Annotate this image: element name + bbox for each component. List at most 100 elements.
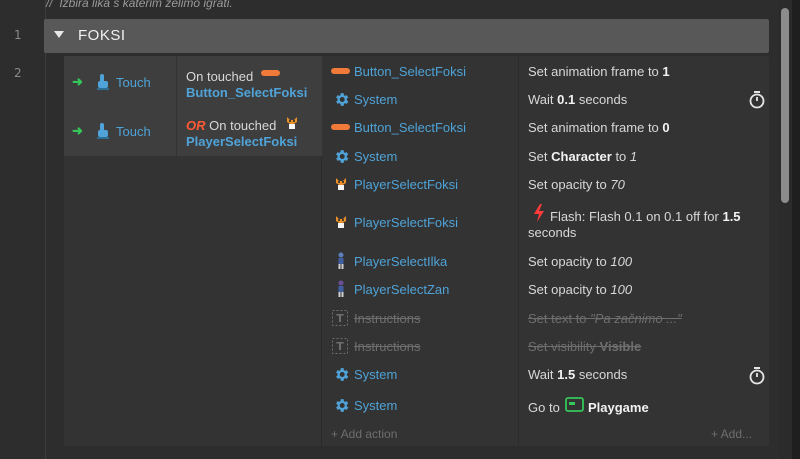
action-param: Character	[551, 149, 612, 164]
or-label: OR	[186, 118, 206, 133]
text-object-icon: T	[332, 310, 348, 326]
condition-text: OR On touched	[186, 118, 276, 133]
event-comment[interactable]: // Izbira lika s katerim želimo igrati.	[46, 0, 233, 10]
action-object-name: System	[354, 367, 398, 382]
gear-icon	[336, 399, 349, 412]
action-object-name: System	[354, 398, 398, 413]
actions-divider	[518, 56, 519, 446]
layout-name: Playgame	[588, 400, 649, 415]
action-text: Wait 0.1 seconds	[528, 92, 627, 107]
condition-text: On touched	[186, 69, 253, 84]
action-text: Set animation frame to 0	[528, 120, 670, 135]
window-edge	[792, 0, 800, 459]
add-button[interactable]: + Add...	[711, 427, 752, 441]
action-param: 1	[662, 64, 670, 79]
comment-text: Izbira lika s katerim želimo igrati.	[59, 0, 233, 10]
fox-sprite-icon	[287, 117, 297, 129]
action-param: 1	[629, 149, 638, 164]
action-label: Go to	[528, 400, 560, 415]
action-label: to	[611, 149, 630, 164]
action-label: Wait	[528, 92, 558, 107]
action-object-name: PlayerSelectIlka	[354, 254, 448, 269]
action-param: "Pa začnimo ..."	[590, 311, 682, 326]
action-object-name: Instructions	[354, 339, 421, 354]
action-label: Set text to	[528, 311, 591, 326]
action-object-name: PlayerSelectFoksi	[354, 215, 459, 230]
action-param: 70	[610, 177, 625, 192]
event-group-header[interactable]: FOKSI	[44, 19, 769, 53]
gear-icon	[336, 150, 349, 163]
action-object-name: PlayerSelectZan	[354, 282, 450, 297]
scrollbar-thumb[interactable]	[781, 8, 789, 203]
touch-hand-icon	[97, 123, 109, 139]
line-number: 1	[14, 28, 22, 42]
action-label: Set opacity to	[528, 282, 611, 297]
action-param: 1.5	[557, 367, 576, 382]
condition-object-name: Touch	[116, 75, 151, 90]
action-label: Set opacity to	[528, 177, 611, 192]
action-suffix: seconds	[575, 367, 628, 382]
action-label: Flash: Flash 0.1 on 0.1 off for	[550, 209, 723, 224]
line-number: 2	[14, 66, 22, 80]
action-suffix: seconds	[528, 225, 577, 240]
action-param: 1.5	[722, 209, 741, 224]
action-label: Set animation frame to	[528, 120, 663, 135]
action-label: Set	[528, 149, 552, 164]
action-object-name: Button_SelectFoksi	[354, 64, 467, 79]
condition-prefix: On touched	[209, 118, 277, 133]
fox-sprite-icon	[336, 216, 346, 228]
timer-icon	[749, 367, 765, 385]
gear-icon	[336, 368, 349, 381]
action-object-name: Button_SelectFoksi	[354, 120, 467, 135]
action-label: Set opacity to	[528, 254, 611, 269]
add-action-button[interactable]: + Add action	[331, 427, 397, 441]
action-text: Set opacity to 100	[528, 254, 632, 269]
touch-hand-icon	[97, 74, 109, 90]
layout-icon	[565, 397, 584, 412]
button-pill-icon	[331, 124, 350, 130]
action-param: 0	[662, 120, 670, 135]
action-text: Set animation frame to 1	[528, 64, 670, 79]
svg-text:T: T	[336, 340, 344, 353]
action-suffix: seconds	[575, 92, 628, 107]
svg-text:T: T	[336, 312, 344, 325]
gear-icon	[336, 93, 349, 106]
action-object-name: System	[354, 149, 398, 164]
condition-prefix: On touched	[186, 69, 254, 84]
action-param: 100	[610, 254, 633, 269]
text-object-icon: T	[332, 338, 348, 354]
fox-sprite-icon	[336, 178, 346, 190]
collapse-arrow-icon[interactable]	[54, 31, 64, 38]
action-param: 0.1	[557, 92, 576, 107]
timer-icon	[749, 91, 765, 109]
action-label: Set visibility	[528, 339, 600, 354]
enabled-arrow-icon: ➜	[72, 123, 83, 138]
button-pill-icon	[331, 68, 350, 74]
action-object-name: Instructions	[354, 311, 421, 326]
character-sprite-icon	[338, 280, 344, 297]
action-param: Visible	[599, 339, 642, 354]
group-title: FOKSI	[78, 27, 126, 44]
action-object-name: System	[354, 92, 398, 107]
condition-param-object: PlayerSelectFoksi	[186, 134, 298, 149]
condition-param-object: Button_SelectFoksi	[186, 85, 308, 100]
action-text: Set opacity to 100	[528, 282, 632, 297]
enabled-arrow-icon: ➜	[72, 74, 83, 89]
action-text: Set visibility Visible	[528, 339, 641, 354]
condition-object-name: Touch	[116, 124, 151, 139]
gutter-divider	[45, 0, 46, 459]
action-object-name: PlayerSelectFoksi	[354, 177, 459, 192]
action-text: Wait 1.5 seconds	[528, 367, 627, 382]
action-text: Set text to "Pa začnimo ..."	[528, 311, 682, 326]
action-text: Set opacity to 70	[528, 177, 625, 192]
button-pill-icon	[261, 70, 280, 76]
action-text: Go to	[528, 400, 560, 415]
character-sprite-icon	[338, 252, 344, 269]
action-label: Wait	[528, 367, 558, 382]
flash-icon	[534, 204, 544, 222]
action-text: Flash: Flash 0.1 on 0.1 off for 1.5	[550, 209, 741, 224]
action-label: Set animation frame to	[528, 64, 663, 79]
action-text: Set Character to 1	[528, 149, 637, 164]
action-param: 100	[610, 282, 633, 297]
conditions-column-empty	[64, 156, 322, 446]
